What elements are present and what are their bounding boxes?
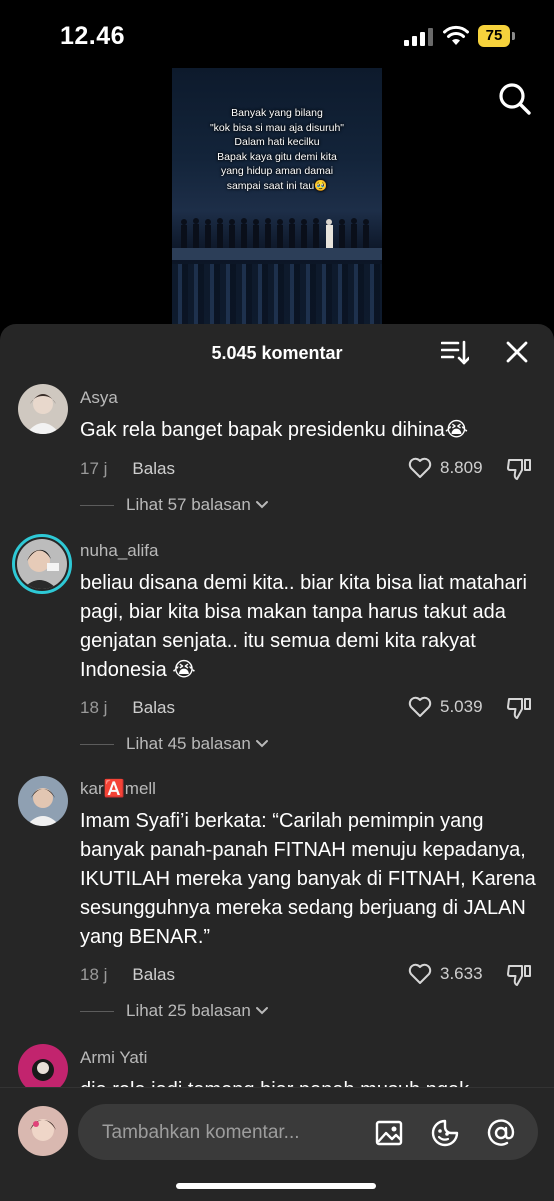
reply-button[interactable]: Balas	[132, 698, 175, 717]
chevron-down-icon	[255, 1007, 268, 1015]
comment-composer	[0, 1087, 554, 1201]
like-count: 5.039	[440, 697, 483, 716]
heart-icon	[408, 457, 432, 478]
reply-button[interactable]: Balas	[132, 965, 175, 984]
my-avatar[interactable]	[18, 1106, 68, 1156]
home-indicator	[176, 1183, 376, 1189]
comment-username[interactable]: nuha_alifa	[80, 541, 158, 561]
chevron-down-icon	[255, 501, 268, 509]
comment-username[interactable]: kar🅰️mell	[80, 779, 156, 799]
comment-username[interactable]: Armi Yati	[80, 1048, 147, 1068]
comment-item: nuha_alifa beliau disana demi kita.. bia…	[0, 534, 554, 754]
reply-button[interactable]: Balas	[132, 459, 175, 478]
dislike-icon[interactable]	[506, 696, 532, 720]
comment-meta: 18 j Balas	[80, 965, 175, 985]
like-button[interactable]: 3.633	[408, 963, 483, 985]
dislike-icon[interactable]	[506, 457, 532, 481]
comment-time: 18 j	[80, 965, 108, 984]
comment-text: Imam Syafi’i berkata: “Carilah pemimpin …	[80, 810, 536, 948]
battery-icon: 75	[478, 25, 516, 47]
avatar[interactable]	[12, 534, 72, 594]
heart-icon	[408, 696, 432, 717]
close-icon[interactable]	[506, 341, 528, 363]
view-replies-button[interactable]: Lihat 57 balasan	[80, 495, 269, 515]
video-caption: Banyak yang bilang "kok bisa si mau aja …	[209, 107, 345, 192]
comment-count: 5.045 komentar	[211, 343, 343, 363]
like-button[interactable]: 8.809	[408, 457, 483, 479]
comments-sheet: 5.045 komentar Asya Gak rela banget bapa…	[0, 324, 554, 1200]
chevron-down-icon	[255, 740, 268, 748]
view-replies-button[interactable]: Lihat 25 balasan	[80, 1001, 269, 1021]
comment-input-container	[78, 1104, 538, 1160]
video-background-detail	[172, 264, 382, 328]
like-button[interactable]: 5.039	[408, 696, 483, 718]
video-stage	[172, 248, 382, 260]
comment-item: Asya Gak rela banget bapak presidenku di…	[0, 384, 554, 524]
comment-time: 17 j	[80, 459, 108, 478]
comment-username[interactable]: Asya	[80, 388, 118, 408]
comment-input[interactable]	[100, 1118, 364, 1148]
video-preview[interactable]: Banyak yang bilang "kok bisa si mau aja …	[172, 68, 382, 328]
comment-time: 18 j	[80, 698, 108, 717]
image-icon[interactable]	[374, 1118, 404, 1148]
comment-item: kar🅰️mell Imam Syafi’i berkata: “Carilah…	[0, 776, 554, 1026]
sort-icon[interactable]	[441, 340, 469, 366]
like-count: 8.809	[440, 458, 483, 477]
avatar[interactable]	[18, 384, 68, 434]
like-count: 3.633	[440, 964, 483, 983]
comment-meta: 18 j Balas	[80, 698, 175, 718]
comment-meta: 17 j Balas	[80, 459, 175, 479]
search-icon[interactable]	[498, 82, 532, 116]
avatar[interactable]	[18, 776, 68, 826]
status-time: 12.46	[60, 22, 126, 50]
mention-icon[interactable]	[486, 1118, 516, 1148]
emoji-icon[interactable]	[430, 1118, 460, 1148]
dislike-icon[interactable]	[506, 963, 532, 987]
comment-text: beliau disana demi kita.. biar kita bisa…	[80, 572, 527, 681]
battery-level: 75	[478, 25, 510, 47]
wifi-icon	[443, 25, 469, 45]
heart-icon	[408, 963, 432, 984]
comment-text: Gak rela banget bapak presidenku dihina😭	[80, 419, 469, 441]
view-replies-button[interactable]: Lihat 45 balasan	[80, 734, 269, 754]
status-bar: 12.46 75	[0, 0, 554, 70]
comments-header: 5.045 komentar	[0, 324, 554, 382]
cellular-signal-icon	[404, 28, 433, 46]
